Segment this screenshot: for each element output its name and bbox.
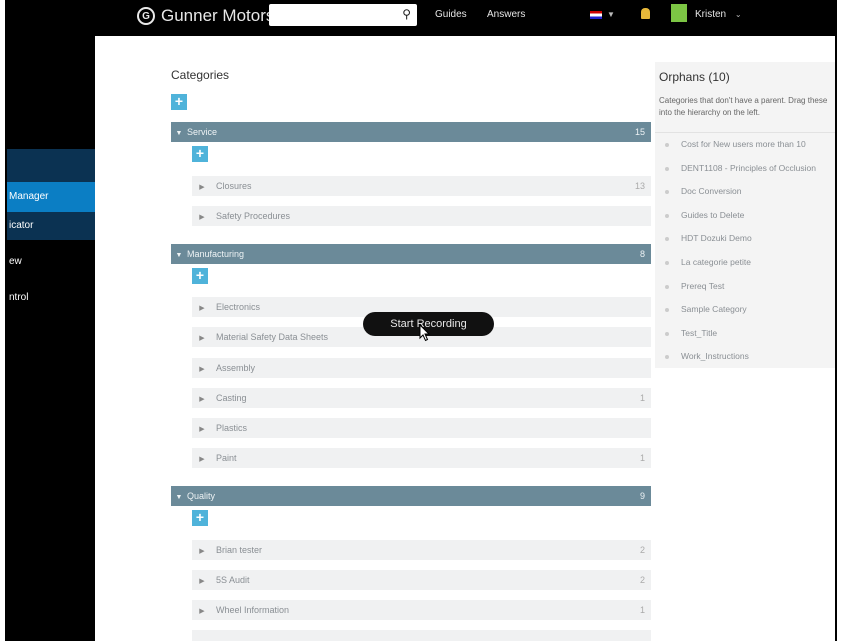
avatar[interactable] [671, 4, 687, 22]
caret-down-icon[interactable]: ▼ [171, 246, 187, 266]
add-subcategory-button[interactable]: + [192, 268, 208, 284]
group-count: 9 [639, 491, 645, 501]
orphan-item[interactable]: Doc Conversion [655, 180, 835, 204]
group-header-quality[interactable]: ▼ Quality 9 [171, 486, 651, 506]
category-count: 13 [634, 181, 645, 191]
orphan-item[interactable]: DENT1108 - Principles of Occlusion [655, 157, 835, 181]
orphan-item[interactable]: Sample Category [655, 298, 835, 322]
category-count: 1 [639, 453, 645, 463]
bell-icon[interactable] [641, 8, 650, 19]
caret-right-icon[interactable]: ▶ [192, 390, 212, 410]
nav-guides[interactable]: Guides [435, 9, 467, 20]
caret-right-icon[interactable]: ▶ [192, 450, 212, 470]
main-content: Categories + ▼ Service 15 + ▶ Closures 13 … [95, 36, 835, 641]
group-header-manufacturing[interactable]: ▼ Manufacturing 8 [171, 244, 651, 264]
plus-icon: + [195, 267, 205, 283]
caret-right-icon[interactable]: ▶ [192, 360, 212, 380]
caret-right-icon[interactable]: ▶ [192, 299, 212, 319]
category-name: Casting [216, 393, 247, 403]
category-count: 1 [639, 393, 645, 403]
orphan-item[interactable]: Test_Title [655, 322, 835, 346]
add-subcategory-button[interactable]: + [192, 510, 208, 526]
category-count: 2 [639, 545, 645, 555]
orphan-item[interactable]: HDT Dozuki Demo [655, 227, 835, 251]
orphan-item[interactable]: Prereq Test [655, 275, 835, 299]
left-frame-border [0, 0, 7, 641]
sidebar-section-header [7, 149, 95, 182]
sidebar-item-indicator[interactable]: icator [7, 212, 95, 240]
search-icon[interactable]: ⚲ [402, 7, 411, 21]
group-header-service[interactable]: ▼ Service 15 [171, 122, 651, 142]
category-row[interactable]: ▶ Safety Procedures [192, 206, 651, 226]
right-frame-border [835, 0, 843, 641]
group-count: 15 [634, 127, 645, 137]
category-row[interactable]: ▶ Closures 13 [192, 176, 651, 196]
top-navigation-bar: G Gunner Motors ⚲ Guides Answers ▼ Krist… [7, 0, 835, 36]
caret-down-icon[interactable]: ▼ [171, 124, 187, 144]
search-box: ⚲ [269, 4, 417, 26]
sidebar: Manager icator ew ntrol [7, 36, 95, 641]
sidebar-item-manager[interactable]: Manager [7, 182, 95, 212]
username-label: Kristen [695, 9, 727, 20]
caret-right-icon[interactable]: ▶ [192, 542, 212, 562]
plus-icon: + [195, 509, 205, 525]
orphans-list: Cost for New users more than 10 DENT1108… [655, 132, 835, 369]
category-row[interactable]: ▶ Assembly [192, 358, 651, 378]
caret-right-icon[interactable]: ▶ [192, 208, 212, 228]
orphan-item[interactable]: Guides to Delete [655, 204, 835, 228]
category-row[interactable]: ▶ 5S Audit 2 [192, 570, 651, 590]
nav-answers[interactable]: Answers [487, 9, 525, 20]
category-count: 1 [639, 605, 645, 615]
category-count: 2 [639, 575, 645, 585]
category-row[interactable]: ▶ Brian tester 2 [192, 540, 651, 560]
language-flag-icon[interactable] [590, 11, 602, 19]
mouse-cursor-icon [419, 324, 431, 342]
category-name: Electronics [216, 302, 261, 312]
language-chevron-down-icon[interactable]: ▼ [607, 10, 615, 19]
caret-right-icon[interactable]: ▶ [192, 572, 212, 592]
user-chevron-down-icon: ⌄ [734, 10, 742, 19]
caret-right-icon[interactable]: ▶ [192, 178, 212, 198]
category-name: Paint [216, 453, 237, 463]
brand[interactable]: G Gunner Motors [137, 6, 274, 26]
search-input[interactable] [269, 4, 389, 26]
caret-down-icon[interactable]: ▼ [171, 488, 187, 508]
sidebar-item-control[interactable]: ntrol [7, 292, 95, 303]
brand-name: Gunner Motors [161, 6, 275, 25]
orphan-item[interactable]: Cost for New users more than 10 [655, 133, 835, 157]
category-row[interactable]: ▶ Wheel Information 1 [192, 600, 651, 620]
group-count: 8 [639, 249, 645, 259]
caret-right-icon[interactable]: ▶ [192, 420, 212, 440]
category-name: Safety Procedures [216, 211, 291, 221]
category-name: Closures [216, 181, 252, 191]
add-category-button[interactable]: + [171, 94, 187, 110]
category-row[interactable]: ▶ Plastics [192, 418, 651, 438]
category-name: Brian tester [216, 545, 263, 555]
group-name: Quality [187, 491, 216, 501]
caret-right-icon[interactable]: ▶ [192, 602, 212, 622]
category-name: Wheel Information [216, 605, 290, 615]
category-name: Assembly [216, 363, 256, 373]
category-name: Plastics [216, 423, 248, 433]
group-name: Manufacturing [187, 249, 245, 259]
user-menu[interactable]: Kristen ⌄ [695, 9, 742, 20]
category-row[interactable]: ▶ Paint 1 [192, 448, 651, 468]
caret-right-icon[interactable]: ▶ [192, 329, 212, 349]
orphans-title: Orphans (10) [659, 70, 730, 84]
orphan-item[interactable]: Work_Instructions [655, 345, 835, 369]
orphan-item[interactable]: La categorie petite [655, 251, 835, 275]
category-name: 5S Audit [216, 575, 250, 585]
group-name: Service [187, 127, 218, 137]
orphans-panel: Orphans (10) Categories that don't have … [655, 62, 835, 368]
category-row[interactable]: ▶ Casting 1 [192, 388, 651, 408]
category-row-partial[interactable] [192, 630, 651, 641]
plus-icon: + [174, 93, 184, 109]
sidebar-item-view[interactable]: ew [7, 256, 95, 267]
orphans-description: Categories that don't have a parent. Dra… [659, 96, 828, 117]
add-subcategory-button[interactable]: + [192, 146, 208, 162]
plus-icon: + [195, 145, 205, 161]
category-name: Material Safety Data Sheets [216, 332, 329, 342]
brand-logo-icon: G [137, 7, 155, 25]
page-title: Categories [171, 68, 230, 82]
